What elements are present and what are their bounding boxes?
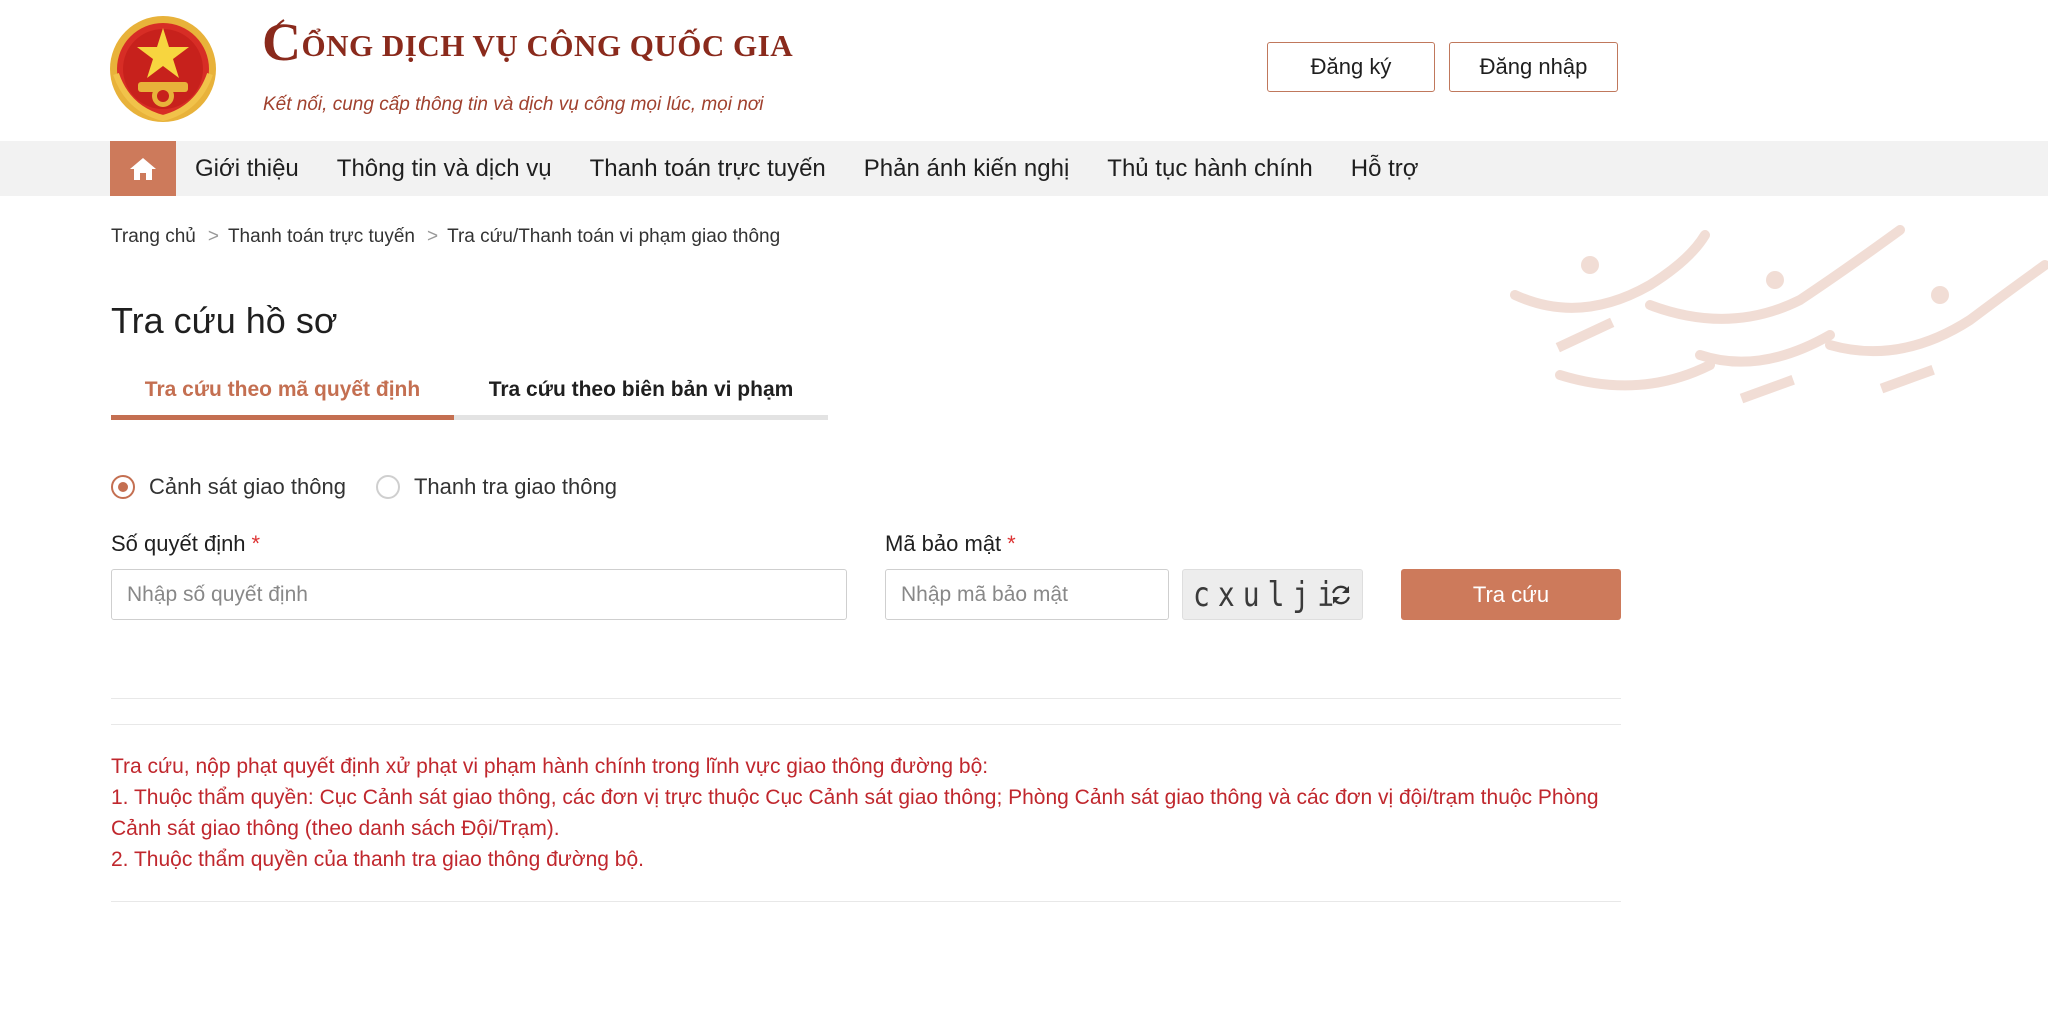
radio-traffic-police-indicator[interactable] (111, 475, 135, 499)
tab-by-violation-record[interactable]: Tra cứu theo biên bản vi phạm (454, 365, 828, 415)
breadcrumb-online-payment[interactable]: Thanh toán trực tuyến (228, 226, 415, 248)
nav-item-support[interactable]: Hỗ trợ (1332, 155, 1438, 183)
nav-home-button[interactable] (110, 141, 176, 196)
crane-pattern-decoration (1510, 225, 2048, 404)
captcha-label: Mã bảo mật * (885, 531, 1016, 557)
breadcrumb-separator: > (426, 226, 439, 247)
nav-item-procedures[interactable]: Thủ tục hành chính (1088, 155, 1331, 183)
portal-title[interactable]: CỔNG DỊCH VỤ CÔNG QUỐC GIA (262, 15, 794, 69)
captcha-input[interactable] (885, 569, 1169, 620)
nav-item-feedback[interactable]: Phản ánh kiến nghị (845, 155, 1089, 183)
nav-item-info-services[interactable]: Thông tin và dịch vụ (318, 155, 571, 183)
divider (111, 901, 1621, 902)
captcha-label-text: Mã bảo mật (885, 531, 1002, 556)
captcha-text: cxulji (1193, 574, 1343, 615)
captcha-image: cxulji (1182, 569, 1363, 620)
breadcrumb-home[interactable]: Trang chủ (111, 226, 196, 248)
main-nav: Giới thiệu Thông tin và dịch vụ Thanh to… (0, 141, 2048, 196)
radio-traffic-police-label: Cảnh sát giao thông (149, 474, 346, 499)
home-icon (130, 157, 156, 180)
breadcrumb: Trang chủ > Thanh toán trực tuyến > Tra … (111, 226, 780, 248)
site-header: CỔNG DỊCH VỤ CÔNG QUỐC GIA Kết nối, cung… (0, 0, 2048, 141)
portal-title-text: ỔNG DỊCH VỤ CÔNG QUỐC GIA (301, 28, 794, 63)
national-emblem-icon[interactable] (108, 14, 218, 124)
required-asterisk: * (251, 531, 261, 556)
page-title: Tra cứu hồ sơ (111, 300, 338, 341)
divider (111, 724, 1621, 725)
crane-logo-icon (267, 19, 285, 43)
lookup-tabs: Tra cứu theo mã quyết định Tra cứu theo … (111, 365, 828, 420)
required-asterisk: * (1007, 531, 1016, 556)
note-item-1: 1. Thuộc thẩm quyền: Cục Cảnh sát giao t… (111, 786, 1599, 840)
register-button[interactable]: Đăng ký (1267, 42, 1435, 92)
search-button[interactable]: Tra cứu (1401, 569, 1621, 620)
decision-number-input[interactable] (111, 569, 847, 620)
login-button[interactable]: Đăng nhập (1449, 42, 1618, 92)
page: CỔNG DỊCH VỤ CÔNG QUỐC GIA Kết nối, cung… (0, 0, 2048, 1028)
agency-radio-group: Cảnh sát giao thông Thanh tra giao thông (111, 474, 647, 500)
tab-by-decision-number[interactable]: Tra cứu theo mã quyết định (111, 365, 454, 420)
radio-traffic-police[interactable]: Cảnh sát giao thông (111, 474, 346, 500)
radio-traffic-inspection-label: Thanh tra giao thông (413, 474, 617, 499)
decision-number-label: Số quyết định * (111, 531, 260, 557)
nav-item-online-payment[interactable]: Thanh toán trực tuyến (571, 155, 845, 183)
portal-slogan: Kết nối, cung cấp thông tin và dịch vụ c… (263, 94, 764, 115)
note-intro: Tra cứu, nộp phạt quyết định xử phạt vi … (111, 755, 989, 778)
refresh-icon[interactable] (1328, 582, 1354, 608)
breadcrumb-separator: > (207, 226, 219, 247)
note-item-2: 2. Thuộc thẩm quyền của thanh tra giao t… (111, 848, 644, 871)
radio-traffic-inspection-indicator[interactable] (375, 475, 400, 499)
lookup-notes: Tra cứu, nộp phạt quyết định xử phạt vi … (111, 751, 1626, 875)
decision-number-label-text: Số quyết định (111, 531, 246, 556)
breadcrumb-current: Tra cứu/Thanh toán vi phạm giao thông (447, 226, 781, 247)
nav-item-intro[interactable]: Giới thiệu (176, 155, 318, 183)
divider (111, 698, 1621, 699)
radio-traffic-inspection[interactable]: Thanh tra giao thông (375, 474, 617, 500)
